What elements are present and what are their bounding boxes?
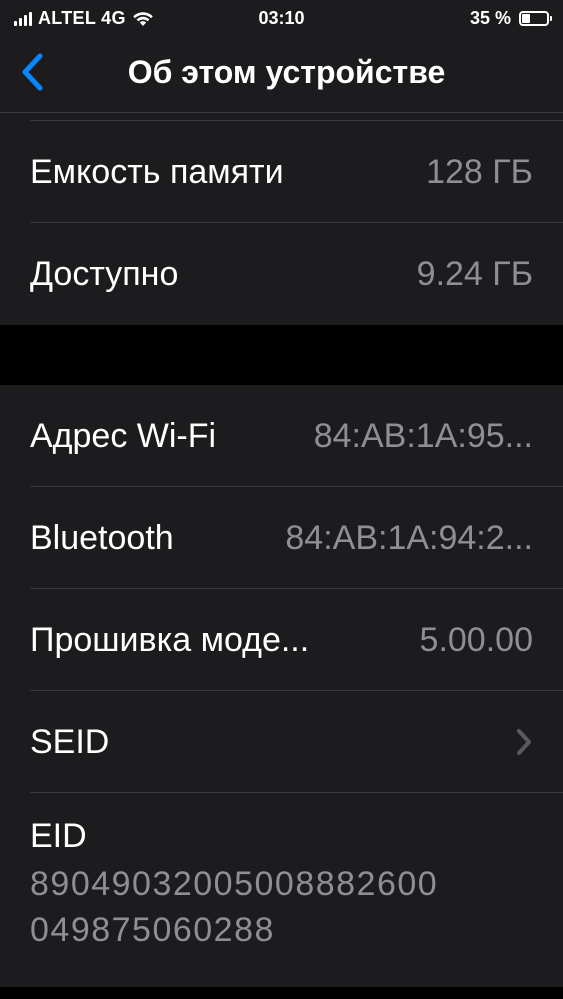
nav-bar: Об этом устройстве bbox=[0, 36, 563, 113]
eid-row[interactable]: EID 89049032005008882600 049875060288 bbox=[0, 793, 563, 987]
eid-value-line-1: 89049032005008882600 bbox=[30, 865, 439, 903]
storage-capacity-row: Емкость памяти 128 ГБ bbox=[0, 121, 563, 223]
battery-percent: 35 % bbox=[469, 8, 511, 28]
row-value: 84:AB:1A:95... bbox=[313, 416, 533, 455]
row-value: 5.00.00 bbox=[419, 620, 533, 659]
page-title: Об этом устройстве bbox=[127, 54, 446, 90]
status-right: 35 % bbox=[469, 8, 552, 29]
wifi-address-row[interactable]: Адрес Wi-Fi 84:AB:1A:95... bbox=[0, 385, 563, 487]
battery-fill bbox=[522, 14, 530, 23]
battery-icon bbox=[519, 11, 552, 26]
row-label: SEID bbox=[30, 722, 110, 761]
storage-available-row: Доступно 9.24 ГБ bbox=[0, 223, 563, 325]
row-label: Bluetooth bbox=[30, 518, 174, 557]
row-label: Доступно bbox=[30, 254, 179, 293]
row-value: 84:AB:1A:94:2... bbox=[285, 518, 533, 557]
chevron-right-icon bbox=[515, 727, 533, 757]
eid-value-line-2: 049875060288 bbox=[30, 911, 275, 949]
scrolled-row-fragment bbox=[0, 113, 563, 121]
modem-firmware-row[interactable]: Прошивка моде... 5.00.00 bbox=[0, 589, 563, 691]
storage-group: Емкость памяти 128 ГБ Доступно 9.24 ГБ bbox=[0, 121, 563, 325]
row-label: Емкость памяти bbox=[30, 152, 284, 191]
row-label: Адрес Wi-Fi bbox=[30, 416, 217, 455]
eid-label: EID bbox=[30, 817, 87, 855]
row-value: 128 ГБ bbox=[426, 152, 533, 191]
status-bar: ALTEL 4G 03:10 35 % bbox=[0, 0, 563, 36]
identifiers-group: Адрес Wi-Fi 84:AB:1A:95... Bluetooth 84:… bbox=[0, 385, 563, 987]
row-value: 9.24 ГБ bbox=[416, 254, 533, 293]
seid-row[interactable]: SEID bbox=[0, 691, 563, 793]
row-label: Прошивка моде... bbox=[30, 620, 310, 659]
bluetooth-row[interactable]: Bluetooth 84:AB:1A:94:2... bbox=[0, 487, 563, 589]
